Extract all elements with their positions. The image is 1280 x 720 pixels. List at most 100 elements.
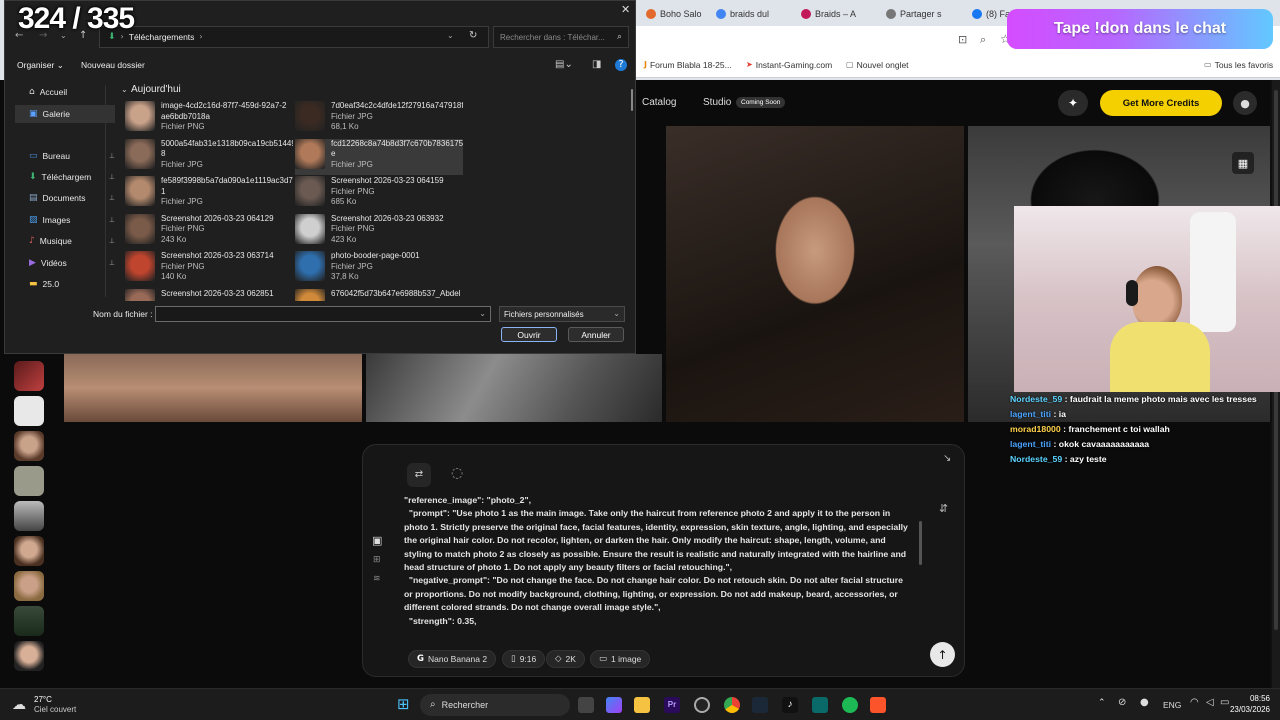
translate-icon[interactable]: ⊡ bbox=[958, 34, 967, 45]
file-item[interactable]: Screenshot 2026-03-23 063714 Fichier PNG 1… bbox=[125, 251, 293, 287]
spotify-icon[interactable] bbox=[842, 697, 858, 713]
nav-catalog[interactable]: Catalog bbox=[642, 97, 676, 108]
view-options-icon[interactable]: ▤⌄ bbox=[555, 60, 573, 70]
dialog-search-input[interactable]: Rechercher dans : Téléchar... ⌕ bbox=[493, 26, 629, 48]
cancel-button[interactable]: Annuler bbox=[568, 327, 624, 342]
nav-studio[interactable]: Studio bbox=[703, 97, 731, 108]
chat-username[interactable]: lagent_titi bbox=[1010, 409, 1051, 419]
avatar[interactable]: ● bbox=[1233, 91, 1257, 115]
bookmark-item[interactable]: J Forum Blabla 18-25... bbox=[644, 60, 732, 70]
sidebar-item[interactable]: ▣ Galerie bbox=[15, 105, 115, 123]
group-collapse-icon[interactable]: ⌄ bbox=[121, 86, 128, 94]
new-folder-button[interactable]: Nouveau dossier bbox=[81, 60, 145, 70]
close-icon[interactable]: ✕ bbox=[621, 4, 630, 15]
file-item[interactable]: image-4cd2c16d-87f7-459d-92a7-2 ae6bdb701… bbox=[125, 101, 293, 137]
tiktok-icon[interactable]: ♪ bbox=[782, 697, 798, 713]
filename-input[interactable]: ⌄ bbox=[155, 306, 491, 322]
sparkle-button[interactable]: ✦ bbox=[1058, 90, 1088, 116]
add-icon[interactable]: ⊞ bbox=[373, 556, 381, 565]
count-chip[interactable]: ▭ 1 image bbox=[590, 650, 651, 668]
sidebar-item[interactable]: ▤ Documents ⊥ bbox=[29, 189, 115, 207]
gallery-photo-4[interactable] bbox=[366, 354, 662, 422]
sidebar-item[interactable]: ▶ Vidéos ⊥ bbox=[29, 254, 115, 272]
sidebar-item[interactable]: ▨ Images ⊥ bbox=[29, 211, 115, 229]
prompt-scrollbar[interactable] bbox=[919, 521, 922, 565]
file-item[interactable]: Screenshot 2026-03-23 062851 bbox=[125, 288, 293, 301]
network-off-icon[interactable]: ⊘ bbox=[1118, 698, 1126, 708]
chat-username[interactable]: Nordeste_59 bbox=[1010, 454, 1062, 464]
open-button[interactable]: Ouvrir bbox=[501, 327, 557, 342]
history-thumb[interactable] bbox=[14, 396, 44, 426]
preview-pane-icon[interactable]: ◨ bbox=[592, 60, 601, 70]
clock-date[interactable]: 23/03/2026 bbox=[1222, 705, 1270, 714]
sidebar-item[interactable]: ▬ 25.0 bbox=[29, 275, 115, 293]
windows-start-icon[interactable]: ⊞ bbox=[397, 697, 410, 712]
history-thumb[interactable] bbox=[14, 571, 44, 601]
file-explorer-icon[interactable] bbox=[634, 697, 650, 713]
ratio-chip[interactable]: ▯ 9:16 bbox=[502, 650, 546, 668]
history-thumb[interactable] bbox=[14, 641, 44, 671]
wifi-icon[interactable]: ◠ bbox=[1190, 698, 1199, 708]
file-item[interactable]: fcd12268c8a74b8d3f7c670b7836175 e Fichier … bbox=[295, 138, 463, 175]
grid-view-button[interactable]: ▦ bbox=[1232, 152, 1254, 174]
sidebar-item[interactable]: ⬇ Téléchargem ⊥ bbox=[29, 168, 115, 186]
file-item[interactable]: 7d0eaf34c2c4dfde12f27916a747918f Fichier … bbox=[295, 101, 463, 137]
volume-icon[interactable]: ◁ bbox=[1206, 698, 1214, 708]
history-thumb[interactable] bbox=[14, 536, 44, 566]
brave-icon[interactable] bbox=[870, 697, 886, 713]
file-item[interactable]: Screenshot 2026-03-23 064159 Fichier PNG 6… bbox=[295, 176, 463, 212]
mic-icon[interactable]: ● bbox=[1140, 698, 1149, 708]
steam-icon[interactable] bbox=[752, 697, 768, 713]
history-thumb[interactable] bbox=[14, 431, 44, 461]
file-item[interactable]: fe589f3998b5a7da090a1e1119ac3d7 1 Fichier … bbox=[125, 176, 293, 212]
path-bar[interactable]: ⬇ › Téléchargements › bbox=[99, 26, 489, 48]
history-thumb[interactable] bbox=[14, 606, 44, 636]
clock-time[interactable]: 08:56 bbox=[1240, 694, 1270, 703]
file-item[interactable]: 676042f5d73b647e6988b537_Abdel bbox=[295, 288, 463, 301]
image-upload-icon[interactable]: ▣ bbox=[372, 535, 382, 546]
sidebar-item[interactable]: ▭ Bureau ⊥ bbox=[29, 147, 115, 165]
help-icon[interactable]: ? bbox=[615, 59, 627, 71]
taskbar-search[interactable]: ⌕ Rechercher bbox=[420, 694, 570, 716]
bookmark-item[interactable]: ➤ Instant-Gaming.com bbox=[746, 60, 832, 70]
bookmark-item[interactable]: ▢ Nouvel onglet bbox=[846, 60, 909, 70]
zoom-icon[interactable]: ⌕ bbox=[980, 34, 986, 45]
sidebar-item[interactable]: ♪ Musique ⊥ bbox=[29, 232, 115, 250]
tray-chevron-icon[interactable]: ⌃ bbox=[1098, 699, 1106, 708]
file-item[interactable]: 5000a54fab31e1318b09ca19cb51449 8 Fichier … bbox=[125, 138, 293, 175]
file-list-scrollbar[interactable] bbox=[631, 89, 633, 111]
file-item[interactable]: Screenshot 2026-03-23 064129 Fichier PNG 2… bbox=[125, 213, 293, 250]
browser-tab[interactable]: Boho Salo bbox=[646, 4, 702, 24]
collapse-icon[interactable]: ↘ bbox=[943, 454, 951, 464]
refresh-icon[interactable]: ↻ bbox=[469, 31, 477, 41]
submit-button[interactable]: ↑ bbox=[930, 642, 955, 667]
premiere-icon[interactable]: Pr bbox=[664, 697, 680, 713]
sidebar-item[interactable]: ⌂ Accueil bbox=[29, 83, 115, 101]
chat-username[interactable]: morad18000 bbox=[1010, 424, 1061, 434]
bookmark-item[interactable]: ▭ Tous les favoris bbox=[1204, 60, 1273, 70]
browser-tab[interactable]: braids dul bbox=[716, 4, 769, 24]
path-dropdown-icon[interactable]: ⌄ bbox=[447, 32, 454, 40]
browser-tab[interactable]: Braids – A bbox=[801, 4, 856, 24]
obs-icon[interactable] bbox=[694, 697, 710, 713]
history-thumb[interactable] bbox=[14, 501, 44, 531]
chat-username[interactable]: lagent_titi bbox=[1010, 439, 1051, 449]
history-thumb[interactable] bbox=[14, 466, 44, 496]
language-indicator[interactable]: ENG bbox=[1163, 700, 1181, 710]
chrome-icon[interactable] bbox=[724, 697, 740, 713]
browser-tab[interactable]: (8) Fa bbox=[972, 4, 1010, 24]
swap-button[interactable]: ⇄ bbox=[407, 463, 431, 487]
gallery-photo-1[interactable] bbox=[666, 126, 964, 422]
file-item[interactable]: photo-booder-page-0001 Fichier JPG 37,8 Ko bbox=[295, 251, 463, 287]
get-credits-button[interactable]: Get More Credits bbox=[1100, 90, 1222, 116]
audio-icon[interactable]: ≋ bbox=[373, 575, 381, 584]
file-type-select[interactable]: Fichiers personnalisés ⌄ bbox=[499, 306, 625, 322]
prompt-textarea[interactable]: "reference_image": "photo_2", "prompt": … bbox=[404, 494, 919, 634]
gallery-photo-3[interactable] bbox=[64, 354, 362, 422]
organize-button[interactable]: Organiser ⌄ bbox=[17, 60, 64, 71]
chat-username[interactable]: Nordeste_59 bbox=[1010, 394, 1062, 404]
widgets-icon[interactable] bbox=[606, 697, 622, 713]
settings-icon[interactable]: ⇵ bbox=[939, 503, 948, 514]
history-thumb[interactable] bbox=[14, 361, 44, 391]
task-view-icon[interactable] bbox=[578, 697, 594, 713]
